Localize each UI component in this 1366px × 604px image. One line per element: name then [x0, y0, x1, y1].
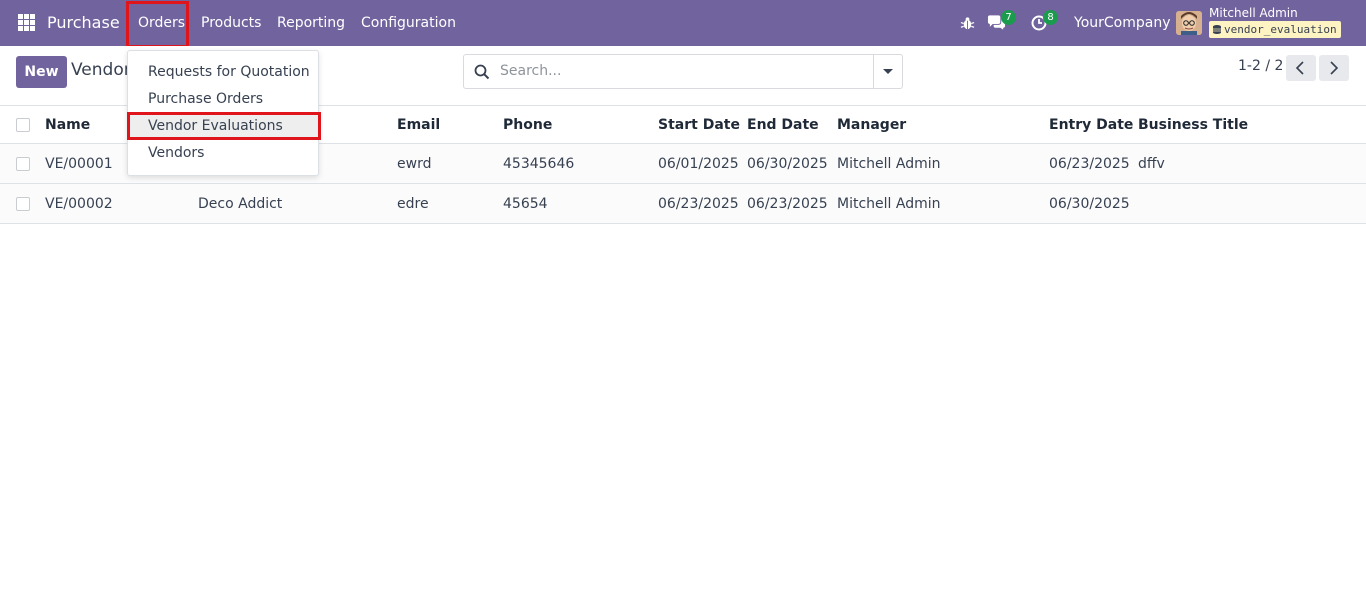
database-name: vendor_evaluation [1224, 23, 1337, 36]
cell-phone: 45345646 [503, 155, 575, 172]
cell-vendor: Deco Addict [198, 195, 283, 212]
pager-previous-button[interactable] [1286, 55, 1316, 81]
column-header-phone[interactable]: Phone [503, 106, 552, 143]
new-button[interactable]: New [16, 56, 67, 88]
orders-highlight-box [126, 1, 189, 48]
column-header-manager[interactable]: Manager [837, 106, 906, 143]
column-header-name[interactable]: Name [45, 106, 90, 143]
cell-manager: Mitchell Admin [837, 195, 941, 212]
debug-icon[interactable] [960, 0, 975, 46]
column-header-end-date[interactable]: End Date [747, 106, 819, 143]
cell-start-date: 06/23/2025 [658, 195, 739, 212]
empty-content-area [0, 226, 1366, 604]
cell-name: VE/00002 [45, 195, 113, 212]
select-all-checkbox[interactable] [16, 117, 30, 132]
top-navbar: Purchase Orders Products Reporting Confi… [0, 0, 1366, 46]
menu-item-requests-for-quotation[interactable]: Requests for Quotation [128, 59, 318, 86]
chevron-left-icon [1295, 61, 1304, 75]
cell-entry-date: 06/30/2025 [1049, 195, 1130, 212]
column-header-business-title[interactable]: Business Title [1138, 106, 1248, 143]
chevron-right-icon [1330, 61, 1339, 75]
row-checkbox[interactable] [16, 196, 30, 211]
database-icon [1213, 25, 1221, 34]
activity-count-badge: 8 [1043, 10, 1058, 25]
column-header-email[interactable]: Email [397, 106, 440, 143]
user-avatar[interactable] [1176, 11, 1202, 35]
company-switcher[interactable]: YourCompany [1074, 0, 1171, 46]
search-options-toggle[interactable] [873, 55, 902, 88]
cell-business-title: dffv [1138, 155, 1165, 172]
cell-manager: Mitchell Admin [837, 155, 941, 172]
search-icon [474, 64, 490, 80]
cell-email: edre [397, 195, 429, 212]
cell-start-date: 06/01/2025 [658, 155, 739, 172]
menu-item-vendors[interactable]: Vendors [128, 140, 318, 167]
database-badge: vendor_evaluation [1209, 21, 1341, 38]
column-header-start-date[interactable]: Start Date [658, 106, 740, 143]
vendor-evaluations-highlight-box [127, 112, 321, 140]
cell-end-date: 06/23/2025 [747, 195, 828, 212]
cell-entry-date: 06/23/2025 [1049, 155, 1130, 172]
menu-products[interactable]: Products [201, 0, 261, 46]
pager-value[interactable]: 1-2 / 2 [1238, 58, 1283, 74]
search-bar[interactable]: Search... [463, 54, 903, 89]
app-title[interactable]: Purchase [47, 0, 120, 46]
search-input[interactable]: Search... [500, 55, 561, 88]
user-name[interactable]: Mitchell Admin [1209, 6, 1298, 20]
pager-next-button[interactable] [1319, 55, 1349, 81]
menu-reporting[interactable]: Reporting [277, 0, 345, 46]
apps-menu-icon[interactable] [18, 14, 35, 31]
breadcrumb: Vendor [71, 60, 131, 80]
column-header-entry-date[interactable]: Entry Date [1049, 106, 1133, 143]
menu-item-purchase-orders[interactable]: Purchase Orders [128, 86, 318, 113]
cell-phone: 45654 [503, 195, 548, 212]
row-checkbox[interactable] [16, 156, 30, 171]
menu-configuration[interactable]: Configuration [361, 0, 456, 46]
cell-end-date: 06/30/2025 [747, 155, 828, 172]
cell-email: ewrd [397, 155, 432, 172]
table-row[interactable]: VE/00002 Deco Addict edre 45654 06/23/20… [0, 184, 1366, 224]
cell-name: VE/00001 [45, 155, 113, 172]
messages-count-badge: 7 [1001, 10, 1016, 25]
